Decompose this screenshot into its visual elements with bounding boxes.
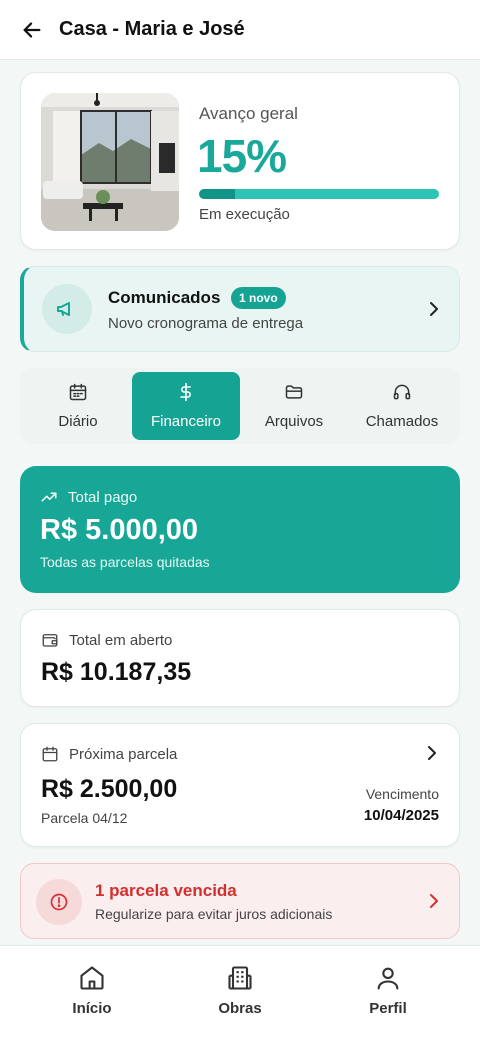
total-open-label: Total em aberto (69, 631, 173, 649)
next-installment-label: Próxima parcela (69, 745, 178, 763)
nav-inicio[interactable]: Início (32, 964, 152, 1017)
bottom-nav: Início Obras Perfil (0, 945, 480, 1039)
folder-icon (284, 382, 304, 407)
trending-up-icon (41, 492, 57, 502)
tab-label: Diário (58, 413, 98, 430)
announcements-banner[interactable]: Comunicados 1 novo Novo cronograma de en… (20, 266, 460, 352)
due-date-value: 10/04/2025 (363, 807, 439, 824)
progress-card: Avanço geral 15% Em execução (20, 72, 460, 250)
nav-label: Obras (218, 1000, 262, 1017)
section-tabs: Diário Financeiro Arquivos Chamados (20, 368, 460, 444)
app-header: Casa - Maria e José (0, 0, 480, 60)
overdue-alert-title: 1 parcela vencida (95, 881, 237, 900)
nav-perfil[interactable]: Perfil (328, 964, 448, 1017)
calendar-icon (42, 746, 58, 762)
announcements-subtitle: Novo cronograma de entrega (108, 315, 304, 332)
page-title: Casa - Maria e José (59, 18, 245, 40)
next-installment-amount: R$ 2.500,00 (41, 775, 178, 803)
tab-financeiro[interactable]: Financeiro (132, 372, 240, 440)
headphones-icon (392, 382, 412, 407)
wallet-icon (42, 634, 58, 647)
nav-label: Início (72, 1000, 112, 1017)
progress-value: 15% (197, 130, 287, 182)
user-icon (377, 967, 399, 990)
tab-diario[interactable]: Diário (24, 372, 132, 440)
megaphone-icon (42, 284, 92, 334)
total-paid-header: Total pago (40, 488, 137, 506)
next-installment-card[interactable]: Próxima parcela R$ 2.500,00 Parcela 04/1… (20, 723, 460, 847)
home-icon (80, 966, 104, 990)
total-open-card: Total em aberto R$ 10.187,35 (20, 609, 460, 707)
next-installment-header: Próxima parcela (41, 745, 177, 763)
progress-bar (199, 189, 439, 199)
dollar-icon (176, 382, 196, 407)
progress-label: Avanço geral (199, 104, 298, 123)
overdue-alert-subtitle: Regularize para evitar juros adicionais (95, 906, 333, 922)
chevron-right-icon (427, 892, 441, 915)
announcements-title: Comunicados (108, 288, 221, 307)
total-open-header: Total em aberto (41, 631, 172, 649)
total-paid-card: Total pago R$ 5.000,00 Todas as parcelas… (20, 466, 460, 593)
progress-bar-fill (199, 189, 235, 199)
tab-arquivos[interactable]: Arquivos (240, 372, 348, 440)
chevron-right-icon (425, 744, 439, 767)
tab-label: Arquivos (264, 413, 324, 430)
nav-label: Perfil (369, 1000, 407, 1017)
tab-label: Financeiro (150, 413, 222, 430)
total-paid-label: Total pago (68, 488, 138, 506)
buildings-icon (228, 966, 252, 990)
installment-number: Parcela 04/12 (41, 810, 128, 826)
back-arrow-icon[interactable] (20, 18, 44, 42)
new-badge: 1 novo (231, 287, 286, 309)
tab-label: Chamados (365, 413, 439, 430)
overdue-alert[interactable]: 1 parcela vencida Regularize para evitar… (20, 863, 460, 939)
calendar-icon (68, 382, 88, 407)
total-paid-amount: R$ 5.000,00 (40, 514, 199, 546)
alert-circle-icon (36, 879, 82, 925)
tab-chamados[interactable]: Chamados (348, 372, 456, 440)
progress-status: Em execução (199, 206, 290, 223)
project-photo (41, 93, 179, 231)
total-paid-subtitle: Todas as parcelas quitadas (40, 554, 210, 570)
chevron-right-icon (427, 300, 441, 323)
nav-obras[interactable]: Obras (180, 964, 300, 1017)
due-date-label: Vencimento (365, 786, 439, 802)
total-open-amount: R$ 10.187,35 (41, 658, 192, 686)
